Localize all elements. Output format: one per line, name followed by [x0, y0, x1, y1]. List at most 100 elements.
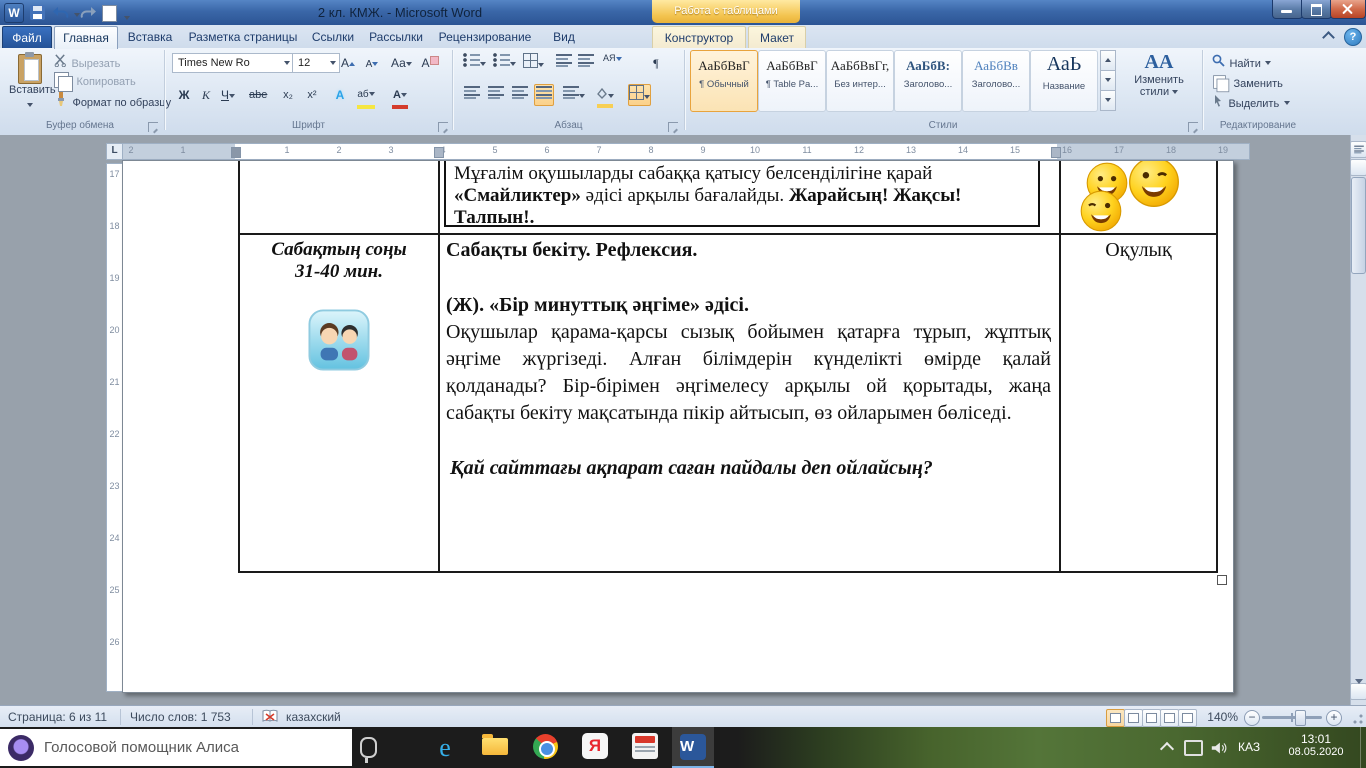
underline-button[interactable]: Ч [218, 84, 238, 106]
change-styles-button[interactable]: АА Изменить стили [1120, 50, 1198, 116]
taskbar-word-button[interactable]: W [672, 727, 714, 768]
text-effects-button[interactable]: А [330, 84, 350, 106]
clear-formatting-button[interactable]: А [420, 52, 440, 74]
column-marker-icon[interactable] [434, 147, 444, 158]
cut-button[interactable]: Вырезать [54, 54, 120, 72]
line-spacing-button[interactable] [562, 84, 586, 106]
styles-scroll-down-icon[interactable] [1100, 70, 1116, 91]
font-color-button[interactable]: А [390, 84, 410, 106]
borders-button[interactable] [628, 84, 651, 106]
horizontal-ruler[interactable]: 2112345678910111213141516171819 [122, 143, 1250, 160]
app-icon[interactable]: W [4, 3, 24, 21]
tab-insert[interactable]: Вставка [120, 26, 180, 48]
view-print-layout-button[interactable] [1106, 709, 1125, 727]
taskbar-chrome-icon[interactable] [530, 733, 560, 762]
taskbar-explorer-icon[interactable] [480, 733, 510, 762]
view-web-layout-button[interactable] [1142, 709, 1161, 727]
clipboard-dialog-launcher-icon[interactable] [148, 122, 158, 132]
tab-view[interactable]: Вид [542, 26, 586, 48]
shading-button[interactable] [594, 84, 615, 106]
style-normal[interactable]: АаБбВвГ ¶ Обычный [690, 50, 758, 112]
font-dialog-launcher-icon[interactable] [438, 122, 448, 132]
resize-grip[interactable] [1352, 714, 1363, 725]
page-indicator[interactable]: Страница: 6 из 11 [8, 710, 107, 724]
indent-marker-icon[interactable] [231, 147, 241, 158]
tab-design[interactable]: Конструктор [652, 26, 746, 49]
language-switcher[interactable]: КАЗ [1238, 740, 1260, 754]
tab-review[interactable]: Рецензирование [432, 26, 538, 48]
zoom-out-icon[interactable]: − [1244, 710, 1260, 726]
change-case-button[interactable]: Аа [390, 52, 413, 74]
numbering-button[interactable] [492, 52, 517, 74]
taskbar-ie-icon[interactable]: e [430, 733, 460, 762]
style-no-spacing[interactable]: АаБбВвГг, Без интер... [826, 50, 894, 112]
justify-button[interactable] [534, 84, 554, 106]
scrollbar-thumb[interactable] [1351, 177, 1366, 274]
style-title[interactable]: АаЬ Название [1030, 50, 1098, 112]
clock[interactable]: 13:01 08.05.2020 [1278, 732, 1354, 758]
find-button[interactable]: Найти [1212, 54, 1271, 72]
align-center-button[interactable] [486, 84, 506, 106]
quick-print-icon[interactable] [102, 5, 117, 23]
help-icon[interactable]: ? [1344, 28, 1362, 46]
styles-gallery-more-icon[interactable] [1100, 90, 1116, 111]
show-marks-button[interactable]: ¶ [646, 52, 666, 74]
view-draft-button[interactable] [1178, 709, 1197, 727]
paste-button[interactable]: Вставить [8, 51, 52, 119]
bold-button[interactable]: Ж [174, 84, 194, 106]
language-indicator[interactable]: казахский [286, 710, 341, 724]
copy-button[interactable]: Копировать [54, 72, 136, 90]
shrink-font-button[interactable]: А [362, 52, 382, 74]
view-fullscreen-button[interactable] [1124, 709, 1143, 727]
format-painter-button[interactable]: Формат по образцу [54, 92, 171, 111]
font-size-combo[interactable]: 12 [292, 53, 340, 73]
table-resize-handle[interactable] [1217, 575, 1227, 585]
grow-font-button[interactable]: А [338, 52, 358, 74]
tab-home[interactable]: Главная [54, 26, 118, 49]
zoom-slider-thumb[interactable] [1295, 710, 1306, 726]
save-icon[interactable] [30, 5, 45, 23]
tab-selector-button[interactable]: L [106, 143, 123, 160]
document-page[interactable]: Мұғалім оқушыларды сабаққа қатысу белсен… [122, 160, 1234, 693]
select-button[interactable]: Выделить [1212, 94, 1290, 112]
show-desktop-button[interactable] [1360, 727, 1366, 768]
multilevel-list-button[interactable] [522, 52, 545, 74]
column-marker-icon[interactable] [1051, 147, 1061, 158]
zoom-in-icon[interactable]: + [1326, 710, 1342, 726]
increase-indent-button[interactable] [576, 52, 596, 74]
word-count[interactable]: Число слов: 1 753 [130, 710, 231, 724]
paragraph-dialog-launcher-icon[interactable] [668, 122, 678, 132]
assessment-text-box[interactable]: Мұғалім оқушыларды сабаққа қатысу белсен… [444, 160, 1040, 227]
decrease-indent-button[interactable] [554, 52, 574, 74]
style-heading1[interactable]: АаБбВ: Заголово... [894, 50, 962, 112]
vertical-ruler[interactable]: 17181920212223242526 [106, 163, 123, 692]
minimize-button[interactable] [1272, 0, 1303, 19]
spellcheck-icon[interactable] [262, 709, 278, 724]
view-outline-button[interactable] [1160, 709, 1179, 727]
ruler-toggle-icon[interactable] [1350, 141, 1366, 158]
bullets-button[interactable] [462, 52, 487, 74]
sort-button[interactable]: АЯ [602, 52, 623, 75]
styles-dialog-launcher-icon[interactable] [1188, 122, 1198, 132]
tab-file[interactable]: Файл [2, 26, 52, 50]
style-table-paragraph[interactable]: АаБбВвГ ¶ Table Pa... [758, 50, 826, 112]
minimize-ribbon-icon[interactable] [1322, 31, 1335, 44]
tab-page-layout[interactable]: Разметка страницы [184, 26, 302, 48]
undo-icon[interactable] [53, 6, 80, 24]
tray-display-icon[interactable] [1184, 740, 1203, 756]
taskbar-app-icon[interactable] [630, 733, 660, 762]
microphone-icon[interactable] [360, 737, 377, 758]
italic-button[interactable]: К [196, 84, 216, 106]
redo-icon[interactable] [80, 6, 96, 24]
scroll-down-icon[interactable] [1350, 683, 1366, 700]
taskbar-yandex-icon[interactable]: Я [580, 733, 610, 762]
style-heading2[interactable]: АаБбВв Заголово... [962, 50, 1030, 112]
align-left-button[interactable] [462, 84, 482, 106]
superscript-button[interactable]: х² [302, 84, 322, 106]
highlight-color-button[interactable]: аб [356, 84, 376, 106]
subscript-button[interactable]: х₂ [278, 84, 298, 106]
tray-hidden-icons-chevron[interactable] [1160, 742, 1174, 756]
tab-table-layout[interactable]: Макет [748, 26, 806, 49]
zoom-level[interactable]: 140% [1200, 710, 1238, 724]
tab-mailings[interactable]: Рассылки [364, 26, 428, 48]
